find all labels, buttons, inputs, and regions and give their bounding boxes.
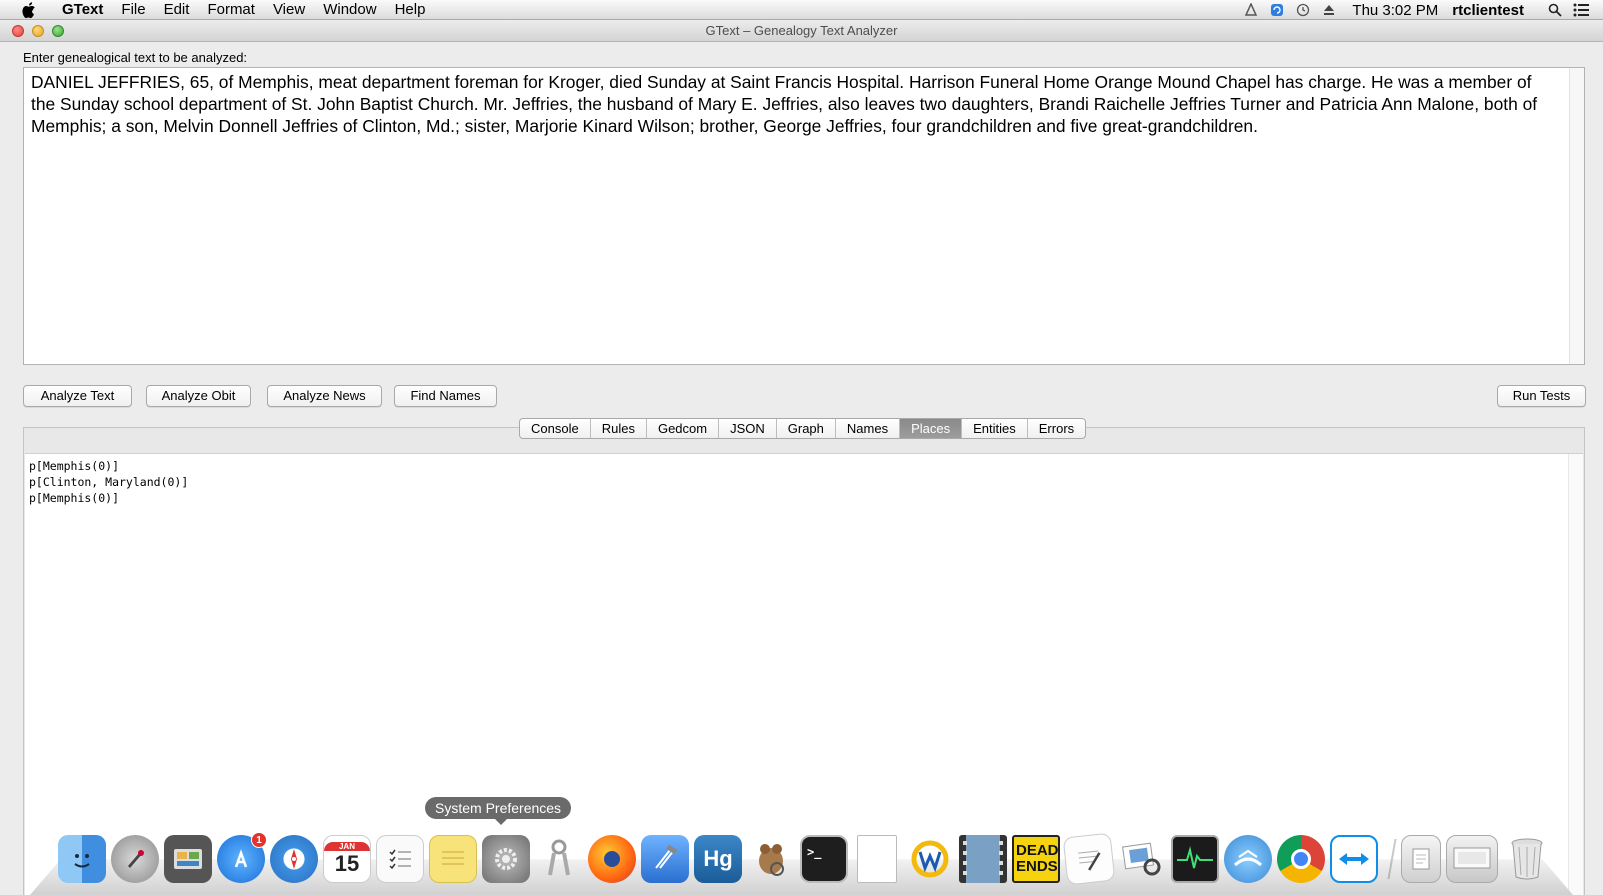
tab-errors[interactable]: Errors — [1028, 419, 1085, 438]
tab-json[interactable]: JSON — [719, 419, 777, 438]
window-title-bar: GText – Genealogy Text Analyzer — [0, 20, 1603, 42]
window-minimize-button[interactable] — [32, 25, 44, 37]
app-store-icon[interactable]: 1 — [217, 832, 267, 883]
finder-icon[interactable] — [58, 835, 106, 883]
time-machine-icon[interactable] — [1295, 2, 1311, 18]
reminders-icon[interactable] — [376, 835, 424, 883]
calendar-month: JAN — [324, 841, 370, 851]
window-zoom-button[interactable] — [52, 25, 64, 37]
tab-console[interactable]: Console — [520, 419, 591, 438]
mail-icon[interactable] — [1224, 835, 1272, 883]
dock-separator — [1387, 839, 1397, 879]
output-tab-bar: Console Rules Gedcom JSON Graph Names Pl… — [519, 418, 1087, 439]
menu-edit[interactable]: Edit — [155, 0, 199, 20]
tab-places[interactable]: Places — [900, 419, 963, 438]
analyze-obit-button[interactable]: Analyze Obit — [146, 385, 251, 407]
menu-format[interactable]: Format — [198, 0, 264, 20]
analyze-news-button[interactable]: Analyze News — [267, 385, 382, 407]
input-text: DANIEL JEFFRIES, 65, of Memphis, meat de… — [31, 72, 1538, 136]
dock-tooltip: System Preferences — [425, 797, 572, 825]
terminal-icon[interactable]: >_ — [800, 835, 848, 883]
menubar-user[interactable]: rtclientest — [1452, 2, 1524, 19]
input-label: Enter genealogical text to be analyzed: — [23, 50, 248, 65]
hg-app-icon[interactable]: Hg — [694, 835, 742, 883]
preview-icon[interactable] — [1118, 835, 1166, 883]
hg-label: Hg — [703, 846, 733, 871]
tab-rules[interactable]: Rules — [591, 419, 647, 438]
teamviewer-icon[interactable] — [1330, 835, 1378, 883]
system-preferences-icon[interactable] — [482, 835, 530, 883]
notification-center-icon[interactable] — [1573, 2, 1589, 18]
app-store-badge: 1 — [251, 832, 267, 848]
output-line: p[Memphis(0)] — [29, 459, 120, 473]
window-close-button[interactable] — [12, 25, 24, 37]
menu-window[interactable]: Window — [314, 0, 385, 20]
menu-app-name[interactable]: GText — [58, 0, 112, 20]
chrome-icon[interactable] — [1277, 835, 1325, 883]
calendar-icon[interactable]: JAN 15 — [323, 835, 371, 883]
tab-gedcom[interactable]: Gedcom — [647, 419, 720, 438]
output-line: p[Clinton, Maryland(0)] — [29, 475, 189, 489]
safari-icon[interactable] — [270, 835, 318, 883]
tab-graph[interactable]: Graph — [777, 419, 836, 438]
documents-stack-icon[interactable] — [1401, 835, 1441, 883]
menu-bar: GText File Edit Format View Window Help … — [0, 0, 1603, 20]
sequel-pro-icon[interactable] — [747, 835, 795, 883]
firefox-icon[interactable] — [588, 835, 636, 883]
textwrangler-icon[interactable] — [906, 835, 954, 883]
textedit-icon[interactable] — [1062, 832, 1116, 886]
output-line: p[Memphis(0)] — [29, 491, 120, 505]
analyze-text-button[interactable]: Analyze Text — [23, 385, 132, 407]
tab-names[interactable]: Names — [836, 419, 901, 438]
menu-help[interactable]: Help — [386, 0, 435, 20]
window-title: GText – Genealogy Text Analyzer — [705, 23, 898, 38]
image-capture-icon[interactable] — [164, 835, 212, 883]
spotlight-search-icon[interactable] — [1547, 2, 1563, 18]
menubar-clock[interactable]: Thu 3:02 PM — [1352, 2, 1438, 19]
apple-menu-icon[interactable] — [22, 1, 48, 19]
find-names-button[interactable]: Find Names — [394, 385, 497, 407]
input-scrollbar[interactable] — [1569, 68, 1584, 364]
menu-view[interactable]: View — [264, 0, 314, 20]
run-tests-button[interactable]: Run Tests — [1497, 385, 1586, 407]
launchpad-icon[interactable] — [111, 835, 159, 883]
sync-status-icon[interactable] — [1269, 2, 1285, 18]
video-editor-icon[interactable] — [959, 835, 1007, 883]
activity-monitor-icon[interactable] — [1171, 835, 1219, 883]
keychain-access-icon[interactable] — [535, 835, 583, 883]
dock: 1 JAN 15 Hg >_ DEAD ENDS — [30, 827, 1573, 895]
text-input-area[interactable]: DANIEL JEFFRIES, 65, of Memphis, meat de… — [23, 67, 1585, 365]
downloads-stack-icon[interactable] — [1446, 835, 1498, 883]
xcode-icon[interactable] — [641, 835, 689, 883]
notes-icon[interactable] — [429, 835, 477, 883]
dead-ends-icon[interactable]: DEAD ENDS — [1012, 835, 1060, 883]
blank-document-icon[interactable] — [857, 835, 897, 883]
menu-file[interactable]: File — [112, 0, 154, 20]
tab-entities[interactable]: Entities — [962, 419, 1028, 438]
trash-icon[interactable] — [1503, 835, 1551, 883]
tools-status-icon[interactable] — [1243, 2, 1259, 18]
calendar-day: 15 — [334, 850, 360, 876]
eject-icon[interactable] — [1321, 2, 1337, 18]
dead-ends-label: DEAD ENDS — [1016, 842, 1059, 875]
